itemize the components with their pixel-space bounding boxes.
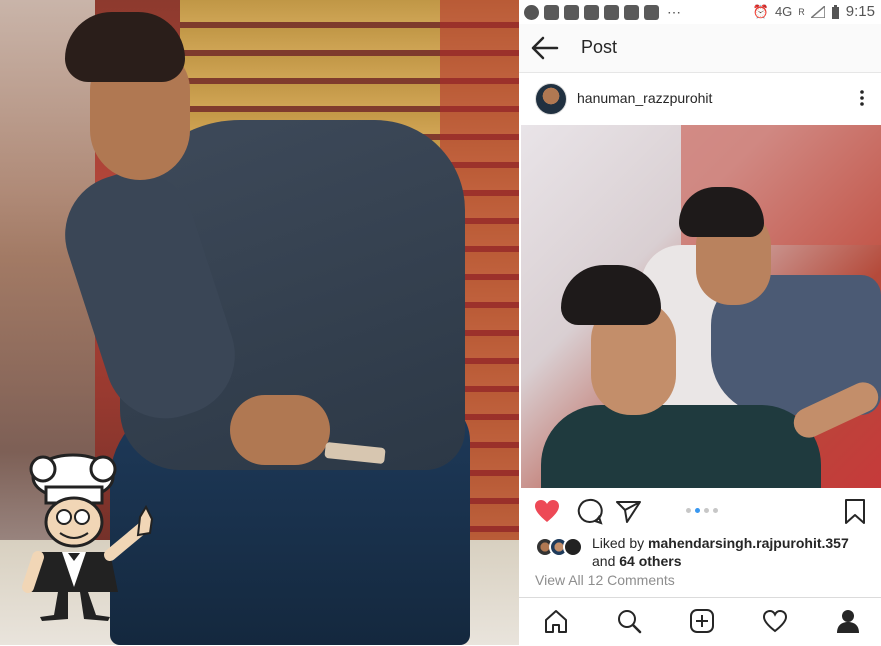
send-icon[interactable] bbox=[614, 497, 642, 525]
post-actions bbox=[519, 490, 881, 530]
likes-others[interactable]: 64 others bbox=[619, 553, 681, 569]
clock: 9:15 bbox=[845, 3, 875, 20]
image-person-1-body bbox=[541, 405, 821, 488]
carousel-dot bbox=[704, 508, 709, 513]
bottom-navigation bbox=[519, 597, 881, 646]
notification-icon bbox=[584, 4, 599, 20]
notification-icon bbox=[604, 4, 619, 20]
facebook-icon bbox=[644, 4, 659, 20]
page-title: Post bbox=[581, 37, 618, 57]
post-image[interactable] bbox=[521, 125, 881, 488]
post-header: hanuman_razzpurohit bbox=[519, 73, 881, 125]
liker-avatar bbox=[563, 537, 583, 557]
alarm-icon: ⏰ bbox=[752, 3, 769, 19]
app-bar: Post bbox=[519, 24, 881, 73]
more-notifications-icon: ⋯ bbox=[667, 3, 681, 20]
chef-thumbs-up-logo bbox=[22, 453, 154, 621]
avatar[interactable] bbox=[535, 83, 567, 115]
liked-by-prefix: Liked by bbox=[592, 535, 649, 551]
more-vertical-icon[interactable] bbox=[859, 89, 865, 107]
status-bar: ⋯ ⏰ 4G R 9:15 bbox=[519, 0, 881, 24]
search-icon[interactable] bbox=[616, 608, 642, 634]
person-hair bbox=[65, 12, 185, 82]
signal-icon bbox=[810, 5, 825, 18]
notification-icon bbox=[544, 4, 559, 20]
heart-filled-icon[interactable] bbox=[533, 497, 561, 525]
activity-heart-icon[interactable] bbox=[762, 608, 788, 634]
person-hand bbox=[230, 395, 330, 465]
instagram-post-screen: ⋯ ⏰ 4G R 9:15 Post hanuman_razzpurohit L… bbox=[519, 0, 881, 646]
roaming-indicator: R bbox=[798, 6, 805, 17]
profile-icon[interactable] bbox=[835, 608, 861, 634]
comment-icon[interactable] bbox=[575, 497, 603, 525]
gallery-icon bbox=[624, 4, 639, 20]
post-username[interactable]: hanuman_razzpurohit bbox=[577, 90, 712, 106]
new-post-icon[interactable] bbox=[689, 608, 715, 634]
notification-icon bbox=[564, 4, 579, 20]
network-type: 4G bbox=[774, 4, 793, 19]
carousel-indicator bbox=[686, 508, 718, 513]
view-comments-link[interactable]: View All 12 Comments bbox=[535, 572, 675, 588]
liked-by-text: Liked by mahendarsingh.rajpurohit.357 an… bbox=[592, 534, 872, 570]
bookmark-icon[interactable] bbox=[841, 497, 869, 525]
arrow-left-icon[interactable] bbox=[529, 34, 561, 62]
carousel-dot bbox=[686, 508, 691, 513]
carousel-dot bbox=[713, 508, 718, 513]
likes-summary[interactable]: Liked by mahendarsingh.rajpurohit.357 an… bbox=[519, 532, 881, 572]
whatsapp-icon bbox=[524, 4, 539, 20]
liked-by-user[interactable]: mahendarsingh.rajpurohit.357 bbox=[648, 535, 849, 551]
carousel-dot-active bbox=[695, 508, 700, 513]
and-text: and bbox=[592, 553, 620, 569]
home-icon[interactable] bbox=[543, 608, 569, 634]
battery-icon bbox=[831, 4, 839, 19]
